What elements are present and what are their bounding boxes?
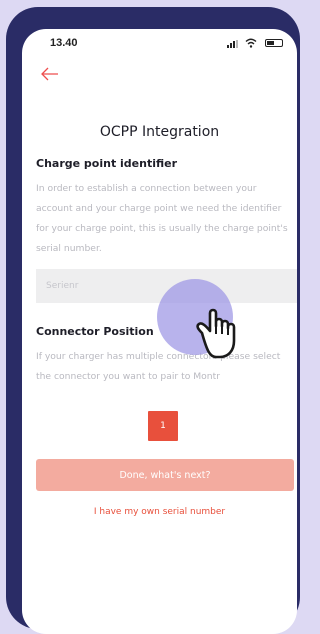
status-time: 13.40 (50, 37, 78, 49)
back-arrow-icon[interactable] (40, 67, 60, 81)
status-bar: 13.40 (22, 29, 297, 55)
signal-icon (227, 40, 241, 48)
wifi-icon (245, 38, 257, 48)
battery-icon (265, 39, 283, 47)
own-serial-number-link[interactable]: I have my own serial number (22, 507, 297, 517)
done-whats-next-button[interactable]: Done, what's next? (36, 459, 294, 491)
hand-pointer-icon (196, 308, 236, 359)
phone-frame: 13.40 OCPP Integration Charge point iden… (6, 7, 300, 634)
app-screen: 13.40 OCPP Integration Charge point iden… (22, 29, 297, 634)
charge-point-description: In order to establish a connection betwe… (36, 183, 288, 254)
status-icons (223, 38, 283, 48)
page-title: OCPP Integration (99, 124, 220, 140)
charge-point-label: Charge point identifier (36, 157, 178, 170)
connector-position-button[interactable]: 1 (148, 411, 178, 441)
connector-position-label: Connector Position (36, 325, 154, 338)
